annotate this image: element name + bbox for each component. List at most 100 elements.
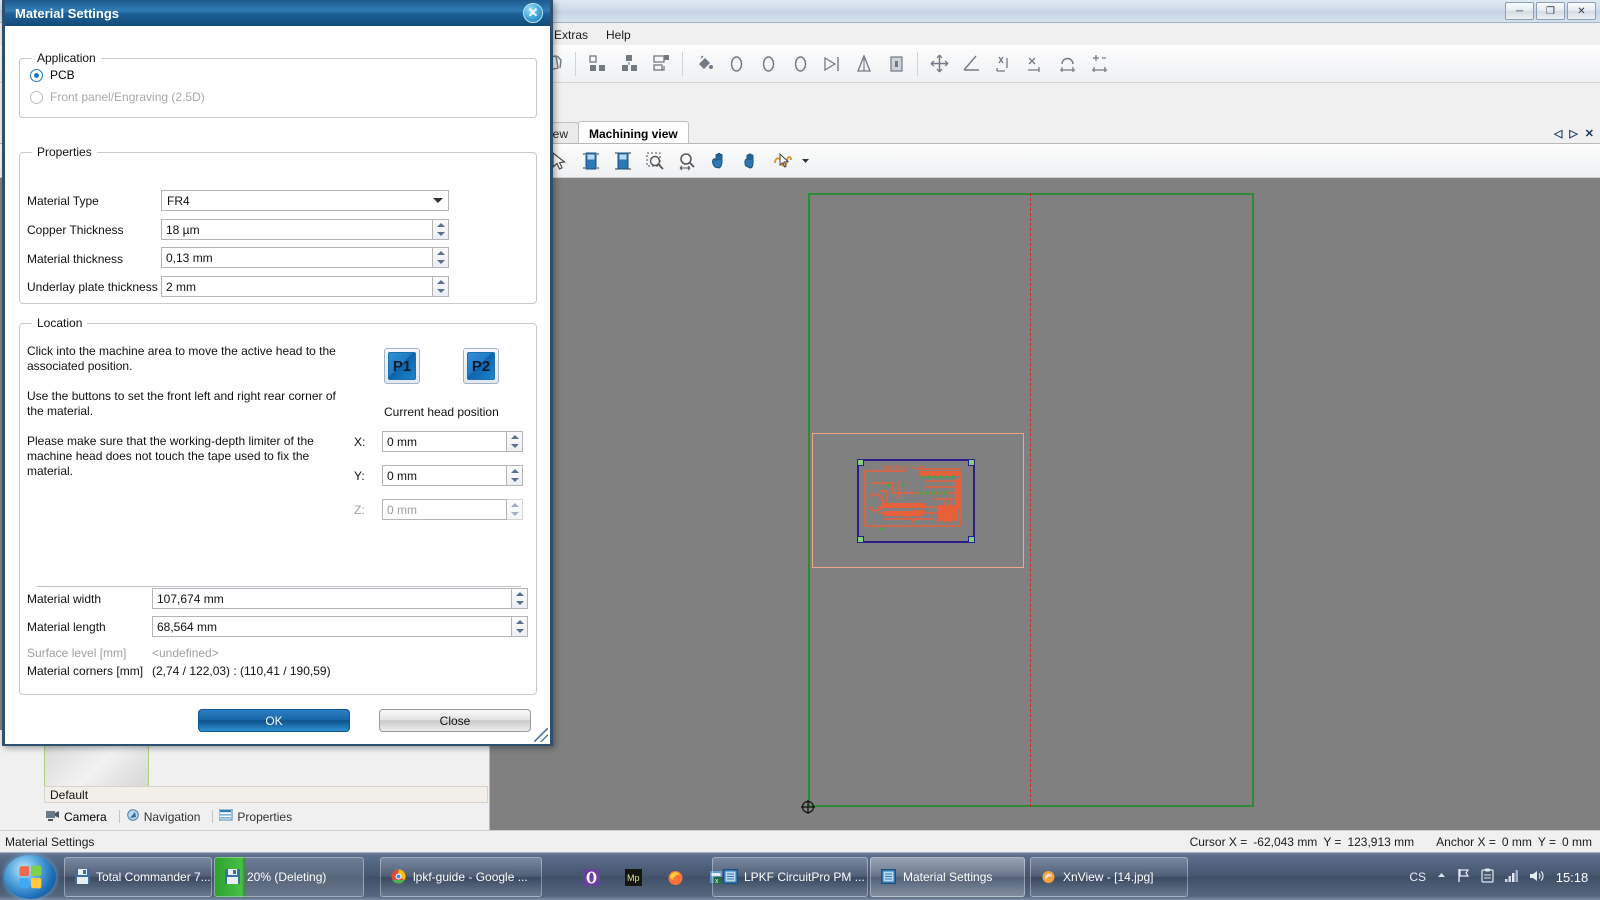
tab-close-icon[interactable]: ✕ [1585, 127, 1594, 140]
taskbar-button-total-commander[interactable]: Total Commander 7.... [64, 857, 212, 897]
material-type-label: Material Type [27, 194, 99, 208]
underlay-plate-thickness-value: 2 mm [166, 279, 196, 294]
stepper-down[interactable] [512, 627, 527, 637]
underlay-plate-thickness-stepper[interactable] [433, 276, 449, 297]
measure-angle-icon[interactable] [956, 48, 986, 80]
mirror-vertical-icon[interactable] [849, 48, 879, 80]
rotate-ccw-icon[interactable] [785, 48, 815, 80]
move-icon[interactable] [924, 48, 954, 80]
stepper-up[interactable] [512, 589, 527, 599]
quicklaunch-firefox[interactable] [654, 857, 696, 897]
volume-icon[interactable] [1529, 869, 1544, 886]
material-length-input[interactable]: 68,564 mm [152, 616, 512, 637]
stepper-down[interactable] [507, 476, 522, 486]
rotate-icon[interactable] [721, 48, 751, 80]
align-group-icon[interactable] [582, 48, 612, 80]
pcb-handle-tr[interactable] [968, 459, 975, 466]
head-y-input[interactable]: 0 mm [382, 465, 507, 486]
stepper-up[interactable] [433, 248, 448, 258]
radio-pcb[interactable]: PCB [30, 68, 536, 82]
arc-dimension-icon[interactable] [1052, 48, 1082, 80]
language-indicator[interactable]: CS [1409, 870, 1426, 884]
menu-help[interactable]: Help [597, 26, 640, 44]
pcb-handle-tl[interactable] [857, 459, 864, 466]
quicklaunch-opera[interactable] [570, 857, 612, 897]
panel-tab-navigation[interactable]: Navigation [124, 808, 209, 825]
zoom-region-icon[interactable] [639, 146, 671, 176]
dialog-resize-grip[interactable] [534, 728, 548, 742]
network-icon[interactable] [1504, 869, 1519, 886]
restore-button[interactable]: ❐ [1536, 2, 1565, 20]
distribute-icon[interactable] [646, 48, 676, 80]
minimize-button[interactable]: ─ [1505, 2, 1534, 20]
stepper-up[interactable] [507, 466, 522, 476]
show-hidden-icon[interactable] [1436, 870, 1447, 884]
stepper-down[interactable] [433, 258, 448, 268]
pan-grab-icon[interactable] [735, 146, 767, 176]
underlay-plate-thickness-input[interactable]: 2 mm [161, 276, 433, 297]
close-button[interactable]: Close [379, 709, 531, 732]
p1-button[interactable]: P1 [384, 348, 420, 384]
tab-prev-icon[interactable]: ◁ [1554, 127, 1562, 140]
ok-button[interactable]: OK [198, 709, 350, 732]
taskbar-button-xnview[interactable]: XnView - [14.jpg] [1030, 857, 1188, 897]
tab-next-icon[interactable]: ▷ [1569, 127, 1577, 140]
head-y-stepper[interactable] [507, 465, 523, 486]
dimension-vertical-icon[interactable] [988, 48, 1018, 80]
redraw-dropdown-icon[interactable] [799, 146, 811, 176]
close-button[interactable]: ✕ [1567, 2, 1596, 20]
material-length-stepper[interactable] [512, 616, 528, 637]
taskbar-button-circuitpro[interactable]: LPKF CircuitPro PM ... [712, 857, 868, 897]
stepper-up[interactable] [512, 617, 527, 627]
zoom-all-icon[interactable] [607, 146, 639, 176]
zoom-fit-width-icon[interactable] [671, 146, 703, 176]
copper-thickness-input[interactable]: 18 µm [161, 219, 433, 240]
stepper-down[interactable] [433, 287, 448, 297]
copper-thickness-stepper[interactable] [433, 219, 449, 240]
stepper-up[interactable] [507, 432, 522, 442]
panel-tab-camera[interactable]: Camera [44, 809, 115, 824]
clipboard-icon[interactable] [1481, 868, 1494, 886]
tab-nav-controls: ◁ ▷ ✕ [1554, 127, 1594, 140]
cursor-y-value: 123,913 mm [1347, 834, 1415, 849]
lock-icon[interactable] [881, 48, 911, 80]
chevron-down-icon[interactable] [433, 198, 443, 203]
stepper-up[interactable] [433, 220, 448, 230]
panel-tab-properties[interactable]: Properties [217, 808, 300, 824]
taskbar-button-chrome[interactable]: lpkf-guide - Google ... [380, 857, 542, 897]
offset-dimension-icon[interactable] [1084, 48, 1114, 80]
stepper-up[interactable] [433, 277, 448, 287]
pan-hand-icon[interactable] [703, 146, 735, 176]
taskbar-button-material-settings[interactable]: Material Settings [870, 857, 1025, 897]
camera-preview[interactable] [44, 742, 149, 792]
tab-machining-view[interactable]: Machining view [578, 121, 689, 143]
head-x-input[interactable]: 0 mm [382, 431, 507, 452]
fill-tool-icon[interactable] [689, 48, 719, 80]
material-width-stepper[interactable] [512, 588, 528, 609]
start-button[interactable] [4, 855, 56, 899]
zoom-window-icon[interactable] [575, 146, 607, 176]
center-group-icon[interactable] [614, 48, 644, 80]
material-thickness-stepper[interactable] [433, 247, 449, 268]
material-thickness-input[interactable]: 0,13 mm [161, 247, 433, 268]
radio-pcb-indicator[interactable] [30, 68, 43, 82]
head-x-stepper[interactable] [507, 431, 523, 452]
material-type-combo[interactable]: FR4 [161, 190, 449, 211]
material-width-input[interactable]: 107,674 mm [152, 588, 512, 609]
clock[interactable]: 15:18 [1554, 870, 1590, 885]
pcb-layout[interactable]: RGB Flash v2.0 [857, 459, 975, 543]
pcb-handle-br[interactable] [968, 536, 975, 543]
redraw-icon[interactable] [767, 146, 799, 176]
dimension-horizontal-icon[interactable] [1020, 48, 1050, 80]
stepper-down[interactable] [512, 599, 527, 609]
quicklaunch-mp[interactable]: Mp [612, 857, 654, 897]
rotate-cw-icon[interactable] [753, 48, 783, 80]
stepper-down[interactable] [507, 442, 522, 452]
stepper-down[interactable] [433, 230, 448, 240]
flag-icon[interactable] [1457, 868, 1471, 886]
pcb-handle-bl[interactable] [857, 536, 864, 543]
taskbar-button-deleting[interactable]: 20% (Deleting) [214, 857, 364, 897]
mirror-horizontal-icon[interactable] [817, 48, 847, 80]
p2-button[interactable]: P2 [463, 348, 499, 384]
dialog-close-button[interactable]: ✕ [523, 3, 543, 23]
